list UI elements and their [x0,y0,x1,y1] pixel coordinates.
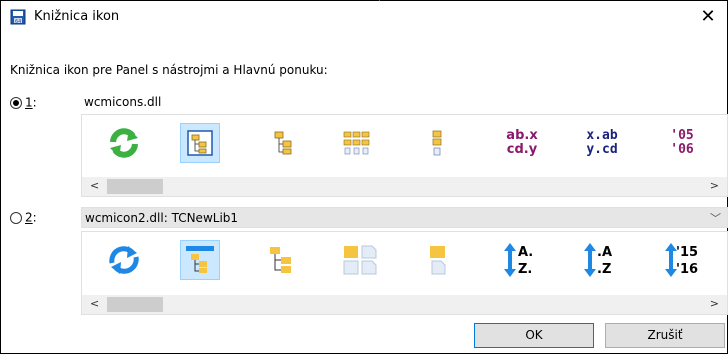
library-2-dropdown[interactable]: wcmicon2.dll: TCNewLib1 ﹀ [81,207,728,228]
library-2-name: wcmicon2.dll: TCNewLib1 [85,211,239,225]
svg-text:'15: '15 [676,245,698,260]
scroll-right-icon[interactable]: > [710,297,719,310]
svg-text:A.: A. [518,245,533,260]
ok-button[interactable]: OK [474,323,594,348]
scroll-thumb[interactable] [107,297,163,312]
year-05-06-icon[interactable]: '05'06 [662,123,702,163]
dialog-window: 64 Knižnica ikon ✕ Knižnica ikon pre Pan… [0,0,728,354]
small-tree-icon[interactable] [418,123,458,163]
refresh-icon[interactable] [104,123,144,163]
tree-icon[interactable] [180,123,220,163]
radio-button-1[interactable] [10,96,22,109]
sort-15-16-icon[interactable]: '15 '16 [662,240,702,280]
scroll-right-icon[interactable]: > [710,179,719,192]
folder-files-icon[interactable] [340,240,380,280]
svg-text:64: 64 [15,19,21,25]
scroll-left-icon[interactable]: < [90,179,99,192]
ab-x-icon[interactable]: ab.x cd.y [502,123,542,163]
cancel-button[interactable]: Zrušiť [605,323,725,348]
scroll-left-icon[interactable]: < [90,297,99,310]
svg-text:'16: '16 [676,262,698,277]
radio-button-2[interactable] [10,211,22,224]
chevron-down-icon[interactable]: ﹀ [710,210,721,226]
description-label: Knižnica ikon pre Panel s nástrojmi a Hl… [10,63,328,77]
tree-icon[interactable] [262,240,302,280]
sync-icon[interactable] [104,240,144,280]
icon-strip-1[interactable]: ab.x cd.y x.ab y.cd '05'06 < > [81,114,728,197]
sort-az-dot-icon[interactable]: .A .Z [580,240,620,280]
radio-library-1[interactable]: 1: [10,95,37,110]
svg-text:.Z: .Z [597,262,611,277]
radio-library-2[interactable]: 2: [10,210,37,225]
library-1-name: wcmicons.dll [84,95,162,109]
svg-text:Z.: Z. [518,262,532,277]
close-button[interactable]: ✕ [695,5,721,29]
window-title: Knižnica ikon [34,9,120,24]
svg-text:.A: .A [597,245,612,260]
icon-library-icon: 64 [10,9,26,25]
horizontal-scrollbar-2[interactable]: < > [82,295,727,314]
icon-strip-2[interactable]: A. Z. .A .Z '15 '16 < > [81,231,728,315]
title-bar: 64 Knižnica ikon ✕ [1,1,727,33]
horizontal-scrollbar-1[interactable]: < > [82,177,727,196]
sort-az-icon[interactable]: A. Z. [500,240,540,280]
tree-icon[interactable] [180,240,220,280]
scroll-thumb[interactable] [107,179,163,194]
folder-file-icon[interactable] [418,240,458,280]
grid-icon[interactable] [337,123,377,163]
x-ab-icon[interactable]: x.ab y.cd [582,123,622,163]
tree-icon[interactable] [264,123,304,163]
